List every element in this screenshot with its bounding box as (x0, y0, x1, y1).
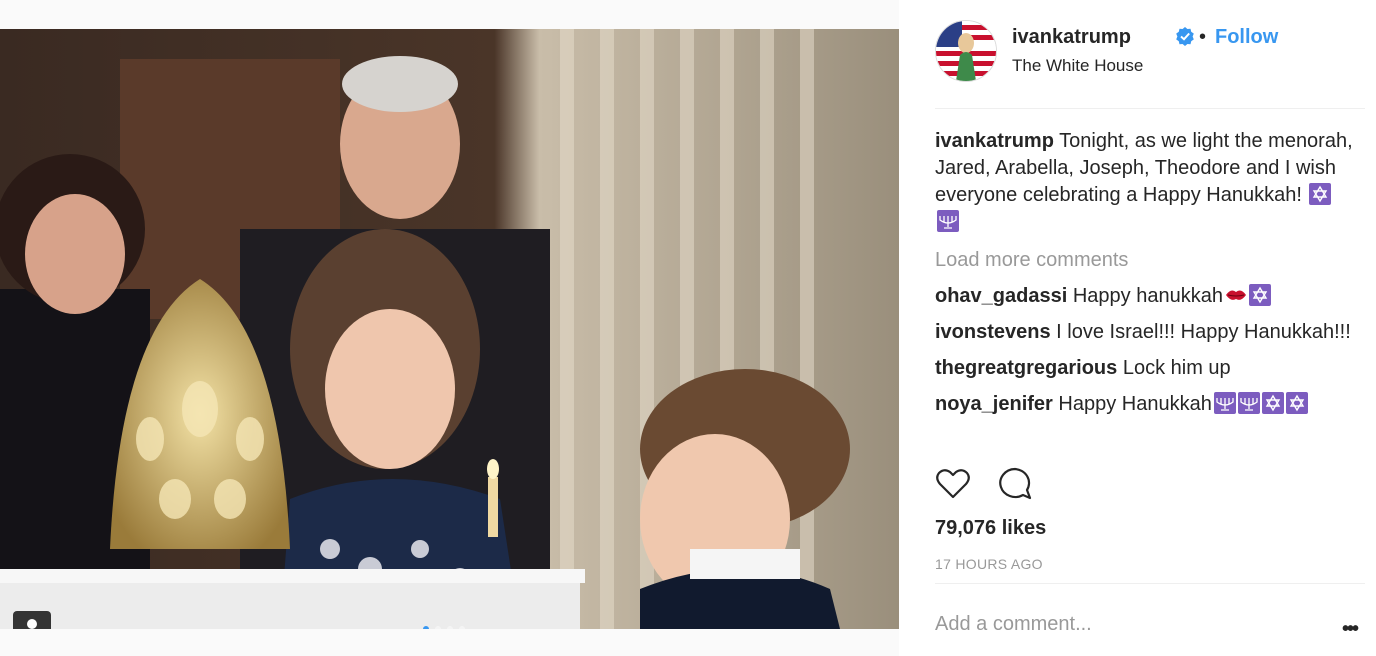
comment-username[interactable]: ohav_gadassi (935, 285, 1067, 307)
comment-item: thegreatgregarious Lock him up (935, 355, 1355, 382)
post-timestamp: 17 HOURS AGO (935, 556, 1043, 572)
comment-text: Happy hanukkah (1072, 285, 1223, 307)
person-icon (27, 619, 37, 629)
menorah-icon (1213, 392, 1236, 414)
follow-button[interactable]: Follow (1215, 26, 1278, 49)
comment-username[interactable]: thegreatgregarious (935, 357, 1117, 379)
post-photo[interactable] (0, 29, 899, 629)
lips-icon (1225, 290, 1246, 300)
divider (935, 583, 1365, 584)
carousel-dot[interactable] (423, 626, 429, 629)
carousel-dot[interactable] (459, 626, 465, 629)
likes-count[interactable]: 79,076 likes (935, 517, 1046, 540)
comment-text: Lock him up (1122, 357, 1231, 379)
comments-section: ivankatrump Tonight, as we light the men… (935, 128, 1355, 427)
star-of-david-icon (1285, 392, 1308, 414)
carousel-dot[interactable] (435, 626, 441, 629)
comment-text: Happy Hanukkah (1058, 393, 1212, 415)
user-tag-button[interactable] (13, 611, 51, 629)
star-of-david-icon (1309, 183, 1332, 205)
post-header: ivankatrump • Follow The White House (935, 18, 1365, 109)
comment-text: I love Israel!!! Happy Hanukkah!!! (1056, 321, 1351, 343)
avatar-image (936, 21, 996, 81)
add-comment-input[interactable]: Add a comment... (935, 613, 1092, 636)
post-actions (935, 466, 1033, 502)
comment-item: noya_jenifer Happy Hanukkah (935, 391, 1355, 418)
heart-icon[interactable] (935, 466, 971, 502)
avatar[interactable] (935, 20, 997, 82)
load-more-comments-link[interactable]: Load more comments (935, 247, 1355, 274)
comment-bubble-icon[interactable] (997, 466, 1033, 502)
star-of-david-icon (1261, 392, 1284, 414)
comment-username[interactable]: ivonstevens (935, 321, 1051, 343)
carousel-indicator (423, 626, 465, 629)
photo-image (0, 29, 899, 629)
separator-dot: • (1199, 26, 1207, 48)
comment-item: ohav_gadassi Happy hanukkah (935, 283, 1355, 310)
star-of-david-icon (1248, 284, 1271, 306)
more-options-button[interactable]: ••• (1342, 618, 1359, 641)
verified-badge-icon (1176, 27, 1194, 46)
post-location[interactable]: The White House (1012, 56, 1143, 76)
post-username[interactable]: ivankatrump (1012, 26, 1131, 49)
carousel-dot[interactable] (447, 626, 453, 629)
caption-username[interactable]: ivankatrump (935, 130, 1054, 152)
post-caption: ivankatrump Tonight, as we light the men… (935, 128, 1355, 236)
comment-item: ivonstevens I love Israel!!! Happy Hanuk… (935, 319, 1355, 346)
menorah-icon (1237, 392, 1260, 414)
menorah-icon (937, 210, 959, 232)
comment-username[interactable]: noya_jenifer (935, 393, 1053, 415)
